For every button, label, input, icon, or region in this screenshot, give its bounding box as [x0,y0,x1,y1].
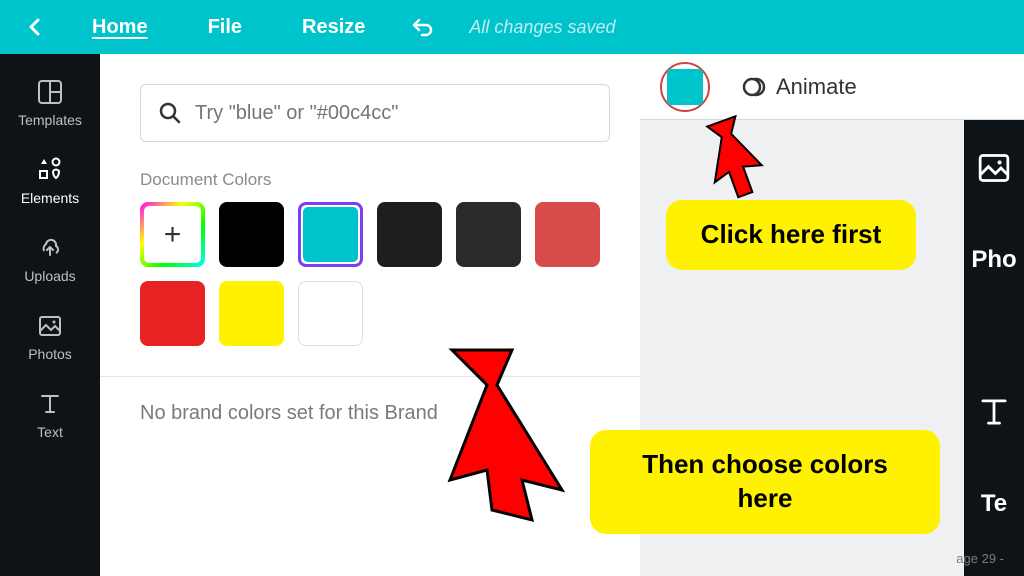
color-swatch[interactable] [298,281,363,346]
templates-icon [36,78,64,106]
color-swatch[interactable] [219,202,284,267]
color-search-box[interactable] [140,84,610,142]
photos-icon [36,312,64,340]
sidebar-item-elements[interactable]: Elements [0,142,100,220]
top-bar: Home File Resize All changes saved [0,0,1024,54]
sidebar-item-photos[interactable]: Photos [0,298,100,376]
color-button-highlight [660,62,710,112]
annotation-arrow [432,330,592,530]
document-colors-title: Document Colors [140,170,610,190]
canvas-toolbar: Animate [640,54,1024,120]
callout-second: Then choose colors here [590,430,940,534]
canvas-image-icon [976,150,1012,186]
sidebar-label: Text [37,424,63,440]
canvas-content[interactable]: Pho Te [964,120,1024,576]
home-menu[interactable]: Home [62,16,178,39]
elements-icon [36,156,64,184]
sidebar-item-templates[interactable]: Templates [0,64,100,142]
sidebar-label: Elements [21,190,79,206]
animate-button[interactable]: Animate [740,74,857,100]
annotation-arrow [700,114,770,204]
sidebar-item-text[interactable]: Text [0,376,100,454]
page-indicator: age 29 - [956,551,1004,566]
callout-first: Click here first [666,200,916,270]
canvas-text-icon [976,394,1012,430]
color-search-input[interactable] [195,102,591,125]
color-swatch-selected[interactable] [298,202,363,267]
animate-label: Animate [776,74,857,100]
color-swatch[interactable] [535,202,600,267]
sidebar-label: Photos [28,346,72,362]
back-button[interactable] [8,0,62,54]
color-swatch[interactable] [377,202,442,267]
add-color-swatch[interactable]: + [140,202,205,267]
color-swatch[interactable] [456,202,521,267]
text-icon [36,390,64,418]
sidebar-item-uploads[interactable]: Uploads [0,220,100,298]
uploads-icon [36,234,64,262]
sidebar-label: Templates [18,112,82,128]
file-menu[interactable]: File [178,16,272,39]
color-swatch[interactable] [140,281,205,346]
sidebar-label: Uploads [24,268,75,284]
undo-button[interactable] [395,0,449,54]
search-icon [159,102,181,124]
save-status: All changes saved [469,17,615,38]
color-swatch[interactable] [219,281,284,346]
animate-icon [740,74,766,100]
sidebar: Templates Elements Uploads Photos Text [0,54,100,576]
canvas-text: Te [981,490,1007,518]
resize-menu[interactable]: Resize [272,16,395,39]
current-color-button[interactable] [667,69,703,105]
canvas-text: Pho [971,246,1016,274]
